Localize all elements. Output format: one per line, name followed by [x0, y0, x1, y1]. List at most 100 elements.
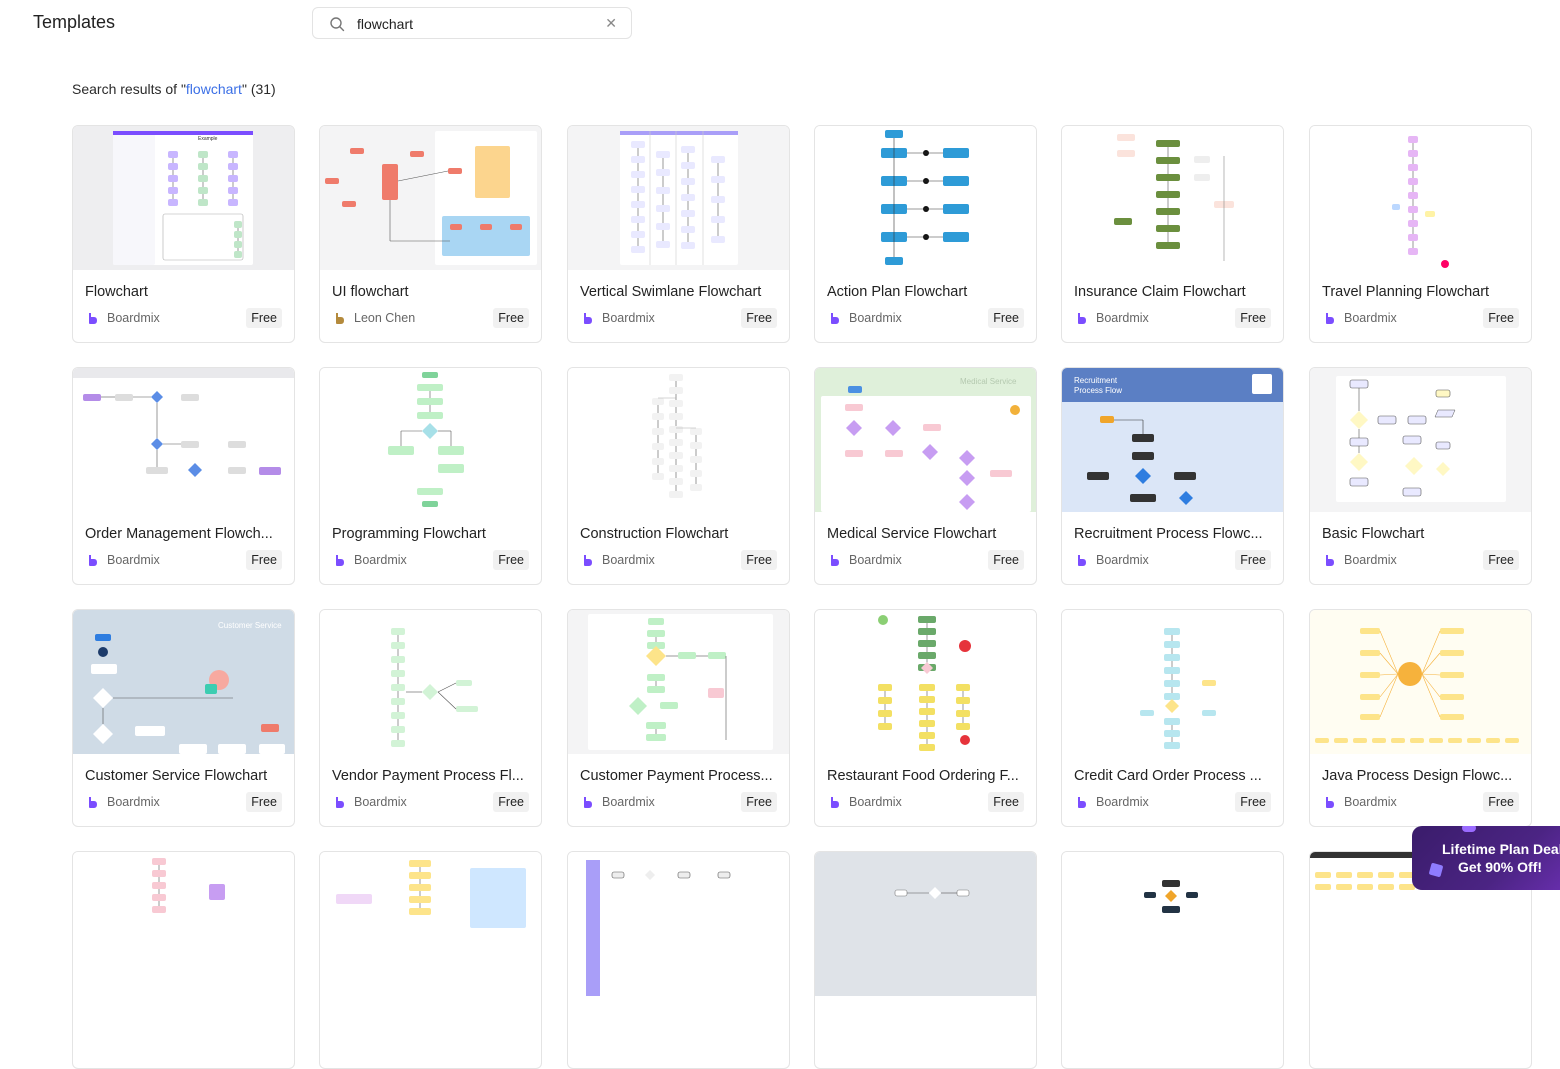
template-title[interactable]: Action Plan Flowchart	[827, 284, 1027, 300]
template-thumbnail[interactable]	[1310, 126, 1531, 270]
template-thumbnail[interactable]	[568, 126, 789, 270]
template-thumbnail[interactable]	[815, 852, 1036, 996]
template-card[interactable]: Programming Flowchart Boardmix Free	[319, 367, 542, 585]
template-author[interactable]: Boardmix	[107, 795, 160, 809]
template-title[interactable]: Java Process Design Flowc...	[1322, 768, 1522, 784]
template-thumbnail[interactable]	[320, 126, 541, 270]
template-thumbnail[interactable]: Customer Service	[73, 610, 294, 754]
boardmix-logo-icon	[336, 555, 344, 566]
template-title[interactable]: Vendor Payment Process Fl...	[332, 768, 532, 784]
template-author[interactable]: Boardmix	[849, 795, 902, 809]
template-card[interactable]: Vertical Swimlane Flowchart Boardmix Free	[567, 125, 790, 343]
template-card[interactable]: Insurance Claim Flowchart Boardmix Free	[1061, 125, 1284, 343]
template-card[interactable]	[319, 851, 542, 1069]
template-author[interactable]: Boardmix	[107, 311, 160, 325]
template-thumbnail[interactable]	[73, 852, 294, 996]
template-thumbnail[interactable]: Example	[73, 126, 294, 270]
template-thumbnail[interactable]	[568, 852, 789, 996]
template-title[interactable]: Travel Planning Flowchart	[1322, 284, 1522, 300]
flowchart-preview-image	[1062, 610, 1283, 754]
template-title[interactable]: Credit Card Order Process ...	[1074, 768, 1274, 784]
flowchart-preview-image	[320, 610, 541, 754]
template-author[interactable]: Boardmix	[1344, 311, 1397, 325]
template-card[interactable]: UI flowchart Leon Chen Free	[319, 125, 542, 343]
template-author[interactable]: Boardmix	[602, 311, 655, 325]
template-thumbnail[interactable]	[320, 852, 541, 996]
template-author[interactable]: Boardmix	[849, 553, 902, 567]
template-card[interactable]: Example Flowchart Boardmix Free	[72, 125, 295, 343]
template-author[interactable]: Boardmix	[602, 795, 655, 809]
flowchart-preview-image	[320, 368, 541, 512]
template-card[interactable]: Restaurant Food Ordering F... Boardmix Fre…	[814, 609, 1037, 827]
price-badge: Free	[1483, 792, 1519, 812]
template-title[interactable]: Insurance Claim Flowchart	[1074, 284, 1274, 300]
template-author[interactable]: Boardmix	[849, 311, 902, 325]
template-author[interactable]: Boardmix	[354, 795, 407, 809]
template-author[interactable]: Boardmix	[602, 553, 655, 567]
template-card[interactable]	[567, 851, 790, 1069]
template-title[interactable]: Medical Service Flowchart	[827, 526, 1027, 542]
template-card[interactable]	[1061, 851, 1284, 1069]
page-header: Templates ✕	[0, 0, 1560, 50]
template-title[interactable]: Flowchart	[85, 284, 285, 300]
template-title[interactable]: Recruitment Process Flowc...	[1074, 526, 1274, 542]
template-author[interactable]: Leon Chen	[354, 311, 415, 325]
template-thumbnail[interactable]	[73, 368, 294, 512]
thumb-text-customer: Customer Service	[218, 621, 282, 630]
template-thumbnail[interactable]	[1310, 368, 1531, 512]
template-thumbnail[interactable]	[1310, 610, 1531, 754]
template-card[interactable]: Customer Service Customer Service Flowcha…	[72, 609, 295, 827]
template-title[interactable]: Restaurant Food Ordering F...	[827, 768, 1027, 784]
template-card[interactable]: Action Plan Flowchart Boardmix Free	[814, 125, 1037, 343]
boardmix-logo-icon	[1078, 555, 1086, 566]
template-thumbnail[interactable]	[815, 126, 1036, 270]
template-thumbnail[interactable]	[815, 610, 1036, 754]
template-title[interactable]: Vertical Swimlane Flowchart	[580, 284, 780, 300]
template-card[interactable]: Java Process Design Flowc... Boardmix Free	[1309, 609, 1532, 827]
template-title[interactable]: Customer Service Flowchart	[85, 768, 285, 784]
gift-icon	[1428, 862, 1444, 878]
template-card[interactable]: Basic Flowchart Boardmix Free	[1309, 367, 1532, 585]
search-box[interactable]: ✕	[312, 7, 632, 39]
template-title[interactable]: Basic Flowchart	[1322, 526, 1522, 542]
template-author[interactable]: Boardmix	[1344, 795, 1397, 809]
template-author[interactable]: Boardmix	[1344, 553, 1397, 567]
template-thumbnail[interactable]	[568, 610, 789, 754]
template-title[interactable]: Order Management Flowch...	[85, 526, 285, 542]
promo-banner[interactable]: Lifetime Plan Deal Get 90% Off!	[1412, 826, 1560, 890]
template-card[interactable]: Travel Planning Flowchart Boardmix Free	[1309, 125, 1532, 343]
template-thumbnail[interactable]	[320, 368, 541, 512]
template-card[interactable]	[72, 851, 295, 1069]
template-card[interactable]: Customer Payment Process... Boardmix Free	[567, 609, 790, 827]
template-card[interactable]: Recruitment Process Flow Recruitment Proce…	[1061, 367, 1284, 585]
template-card[interactable]: Order Management Flowch... Boardmix Free	[72, 367, 295, 585]
template-title[interactable]: UI flowchart	[332, 284, 532, 300]
clear-search-icon[interactable]: ✕	[605, 15, 617, 32]
template-thumbnail[interactable]	[1062, 852, 1283, 996]
sparkle-icon	[1462, 826, 1476, 832]
template-title[interactable]: Construction Flowchart	[580, 526, 780, 542]
template-card[interactable]: Medical Service Medical Service Flowchart…	[814, 367, 1037, 585]
thumb-text-recruit-2: Process Flow	[1074, 386, 1122, 395]
template-card[interactable]	[814, 851, 1037, 1069]
search-input[interactable]	[357, 14, 597, 34]
template-title[interactable]: Programming Flowchart	[332, 526, 532, 542]
results-query[interactable]: flowchart	[186, 81, 242, 97]
template-title[interactable]: Customer Payment Process...	[580, 768, 780, 784]
template-author[interactable]: Boardmix	[354, 553, 407, 567]
template-card[interactable]: Vendor Payment Process Fl... Boardmix Free	[319, 609, 542, 827]
template-author[interactable]: Boardmix	[107, 553, 160, 567]
thumb-text-medical: Medical Service	[960, 377, 1017, 386]
template-thumbnail[interactable]	[320, 610, 541, 754]
template-card[interactable]: Credit Card Order Process ... Boardmix Fre…	[1061, 609, 1284, 827]
template-author[interactable]: Boardmix	[1096, 553, 1149, 567]
template-thumbnail[interactable]	[1062, 610, 1283, 754]
template-thumbnail[interactable]: Medical Service	[815, 368, 1036, 512]
template-author[interactable]: Boardmix	[1096, 311, 1149, 325]
template-thumbnail[interactable]: Recruitment Process Flow	[1062, 368, 1283, 512]
template-card[interactable]: Construction Flowchart Boardmix Free	[567, 367, 790, 585]
price-badge: Free	[988, 308, 1024, 328]
template-thumbnail[interactable]	[568, 368, 789, 512]
template-thumbnail[interactable]	[1062, 126, 1283, 270]
template-author[interactable]: Boardmix	[1096, 795, 1149, 809]
